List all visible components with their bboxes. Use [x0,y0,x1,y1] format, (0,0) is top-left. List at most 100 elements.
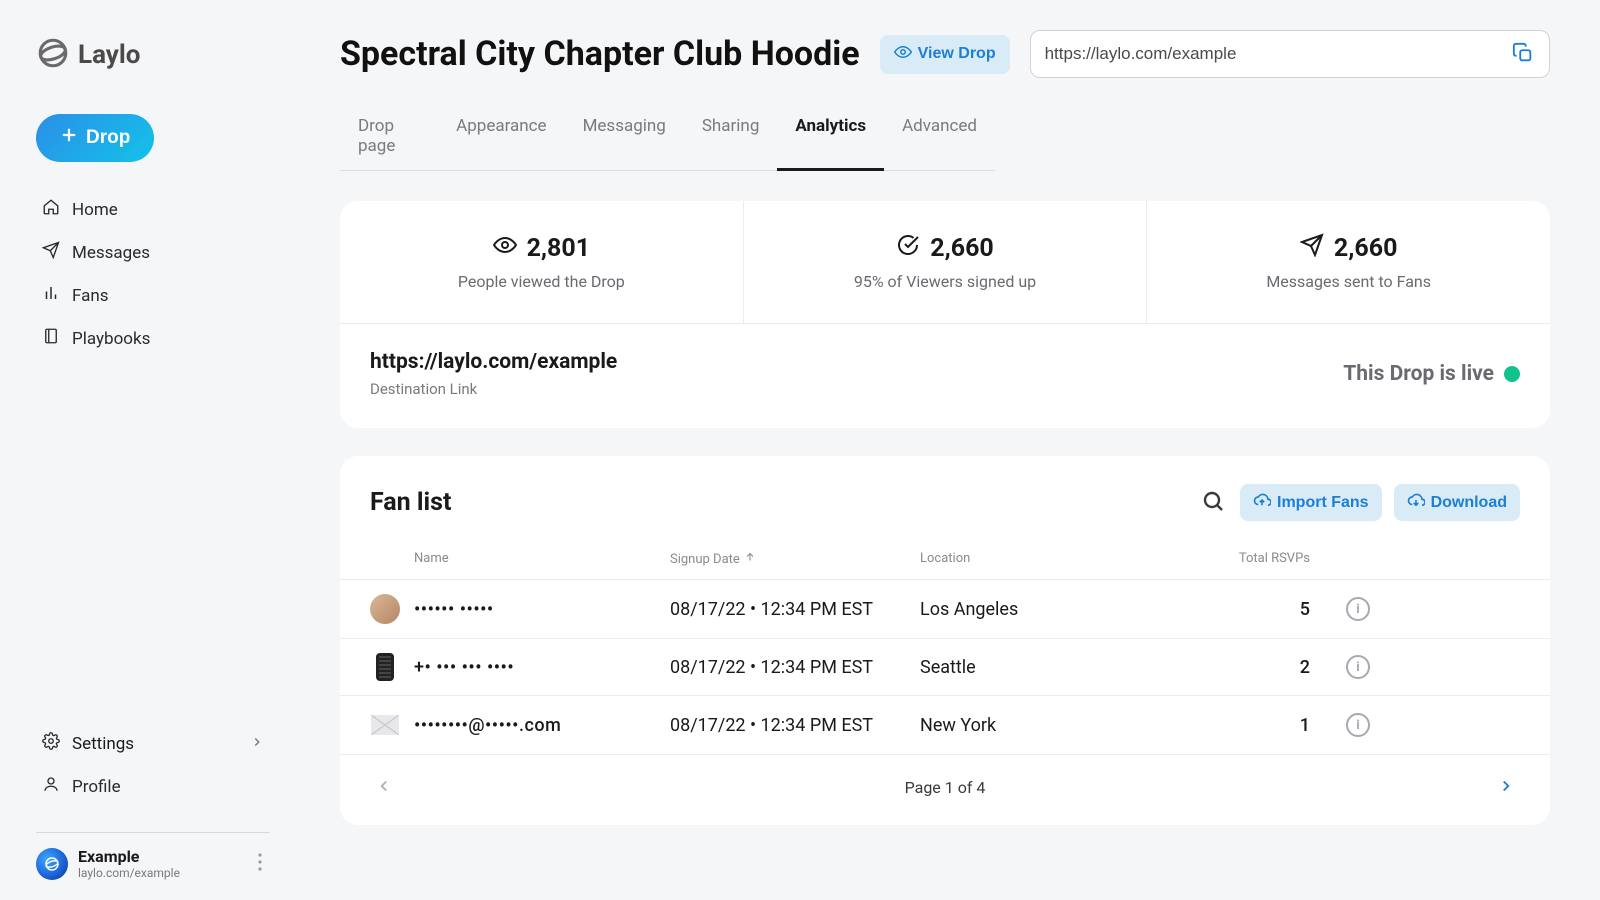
new-drop-label: Drop [86,127,130,149]
th-rsvps[interactable]: Total RSVPs [1190,551,1310,567]
workspace-name: Example [78,847,180,866]
tab-drop-page[interactable]: Drop page [340,104,438,171]
status-badge: This Drop is live [1343,362,1520,386]
destination-row: https://laylo.com/example Destination Li… [340,324,1550,428]
stats-row: 2,801 People viewed the Drop 2,660 95% o… [340,201,1550,324]
nav-item-settings[interactable]: Settings [36,724,270,763]
pager-text: Page 1 of 4 [905,778,986,797]
import-label: Import Fans [1277,494,1369,512]
logo-icon [36,36,70,74]
eye-icon [894,43,912,66]
user-icon [42,775,60,798]
stat-label: 95% of Viewers signed up [764,272,1127,291]
chevron-right-icon [1497,777,1515,798]
phone-icon [376,653,394,681]
th-signup[interactable]: Signup Date [670,551,920,567]
download-button[interactable]: Download [1394,484,1520,521]
fan-name: +• ••• ••• •••• [414,657,514,678]
profile-label: Profile [72,777,121,797]
nav-item-messages[interactable]: Messages [36,233,270,272]
workspace-url: laylo.com/example [78,866,180,880]
logo[interactable]: Laylo [36,36,270,74]
workspace-switcher[interactable]: Example laylo.com/example [36,847,270,880]
avatar [370,594,400,624]
bars-icon [42,284,60,307]
eye-icon [493,233,517,264]
nav-item-fans[interactable]: Fans [36,276,270,315]
fan-signup: 08/17/22 • 12:34 PM EST [670,715,920,736]
download-label: Download [1431,494,1507,512]
fanlist-title: Fan list [370,488,451,517]
fan-name: ••••••••@•••••.com [414,715,561,736]
upload-cloud-icon [1253,491,1271,514]
tab-messaging[interactable]: Messaging [565,104,684,171]
view-drop-label: View Drop [918,45,996,63]
tab-appearance[interactable]: Appearance [438,104,564,171]
send-icon [1300,233,1324,264]
nav-primary: Home Messages Fans Playbooks [36,190,270,358]
th-signup-label: Signup Date [670,552,740,567]
th-name[interactable]: Name [370,551,670,567]
nav-label: Fans [72,286,109,306]
nav-item-home[interactable]: Home [36,190,270,229]
settings-label: Settings [72,734,134,754]
plus-icon [60,126,78,150]
fan-location: Seattle [920,657,1190,678]
tab-analytics[interactable]: Analytics [777,104,884,171]
copy-button[interactable] [1505,36,1541,72]
destination-url: https://laylo.com/example [370,350,617,374]
nav-item-playbooks[interactable]: Playbooks [36,319,270,358]
stat-value: 2,660 [1334,234,1398,263]
fan-signup: 08/17/22 • 12:34 PM EST [670,599,920,620]
chevron-right-icon [250,734,264,754]
pager: Page 1 of 4 [340,755,1550,825]
sidebar: Laylo Drop Home Messages Fans Playbooks [0,0,290,900]
table-row[interactable]: •••••• ••••• 08/17/22 • 12:34 PM EST Los… [340,580,1550,639]
logo-text: Laylo [78,40,140,70]
book-icon [42,327,60,350]
nav-label: Playbooks [72,329,150,349]
search-button[interactable] [1198,488,1228,518]
fan-rsvps: 5 [1190,599,1310,620]
fanlist-card: Fan list Import Fans Download [340,456,1550,825]
pager-prev-button[interactable] [370,773,398,801]
tab-sharing[interactable]: Sharing [684,104,778,171]
stat-label: People viewed the Drop [360,272,723,291]
fan-location: New York [920,715,1190,736]
check-circle-icon [896,233,920,264]
gear-icon [42,732,60,755]
info-button[interactable]: i [1346,597,1370,621]
info-button[interactable]: i [1346,713,1370,737]
send-icon [42,241,60,264]
url-input[interactable] [1045,44,1505,64]
stat-messages: 2,660 Messages sent to Fans [1147,201,1550,323]
stat-value: 2,660 [930,234,994,263]
fan-rsvps: 1 [1190,715,1310,736]
tabs: Drop page Appearance Messaging Sharing A… [340,104,995,171]
header: Spectral City Chapter Club Hoodie View D… [340,30,1550,78]
stat-value: 2,801 [527,234,591,263]
info-button[interactable]: i [1346,655,1370,679]
sort-asc-icon [744,551,756,567]
pager-next-button[interactable] [1492,773,1520,801]
table-header: Name Signup Date Location Total RSVPs [340,541,1550,580]
status-text: This Drop is live [1343,362,1494,386]
new-drop-button[interactable]: Drop [36,114,154,162]
table-row[interactable]: +• ••• ••• •••• 08/17/22 • 12:34 PM EST … [340,639,1550,696]
nav-secondary: Settings Profile [36,724,270,806]
fan-signup: 08/17/22 • 12:34 PM EST [670,657,920,678]
workspace-menu-button[interactable] [250,849,270,879]
stat-signups: 2,660 95% of Viewers signed up [744,201,1148,323]
th-location[interactable]: Location [920,551,1190,567]
analytics-card: 2,801 People viewed the Drop 2,660 95% o… [340,201,1550,428]
search-icon [1201,489,1225,516]
view-drop-button[interactable]: View Drop [880,35,1010,74]
import-fans-button[interactable]: Import Fans [1240,484,1382,521]
tab-advanced[interactable]: Advanced [884,104,995,171]
nav-item-profile[interactable]: Profile [36,767,270,806]
divider [36,832,270,833]
main: Spectral City Chapter Club Hoodie View D… [290,0,1600,900]
table-row[interactable]: ••••••••@•••••.com 08/17/22 • 12:34 PM E… [340,696,1550,755]
fan-name: •••••• ••••• [414,599,494,620]
stat-views: 2,801 People viewed the Drop [340,201,744,323]
